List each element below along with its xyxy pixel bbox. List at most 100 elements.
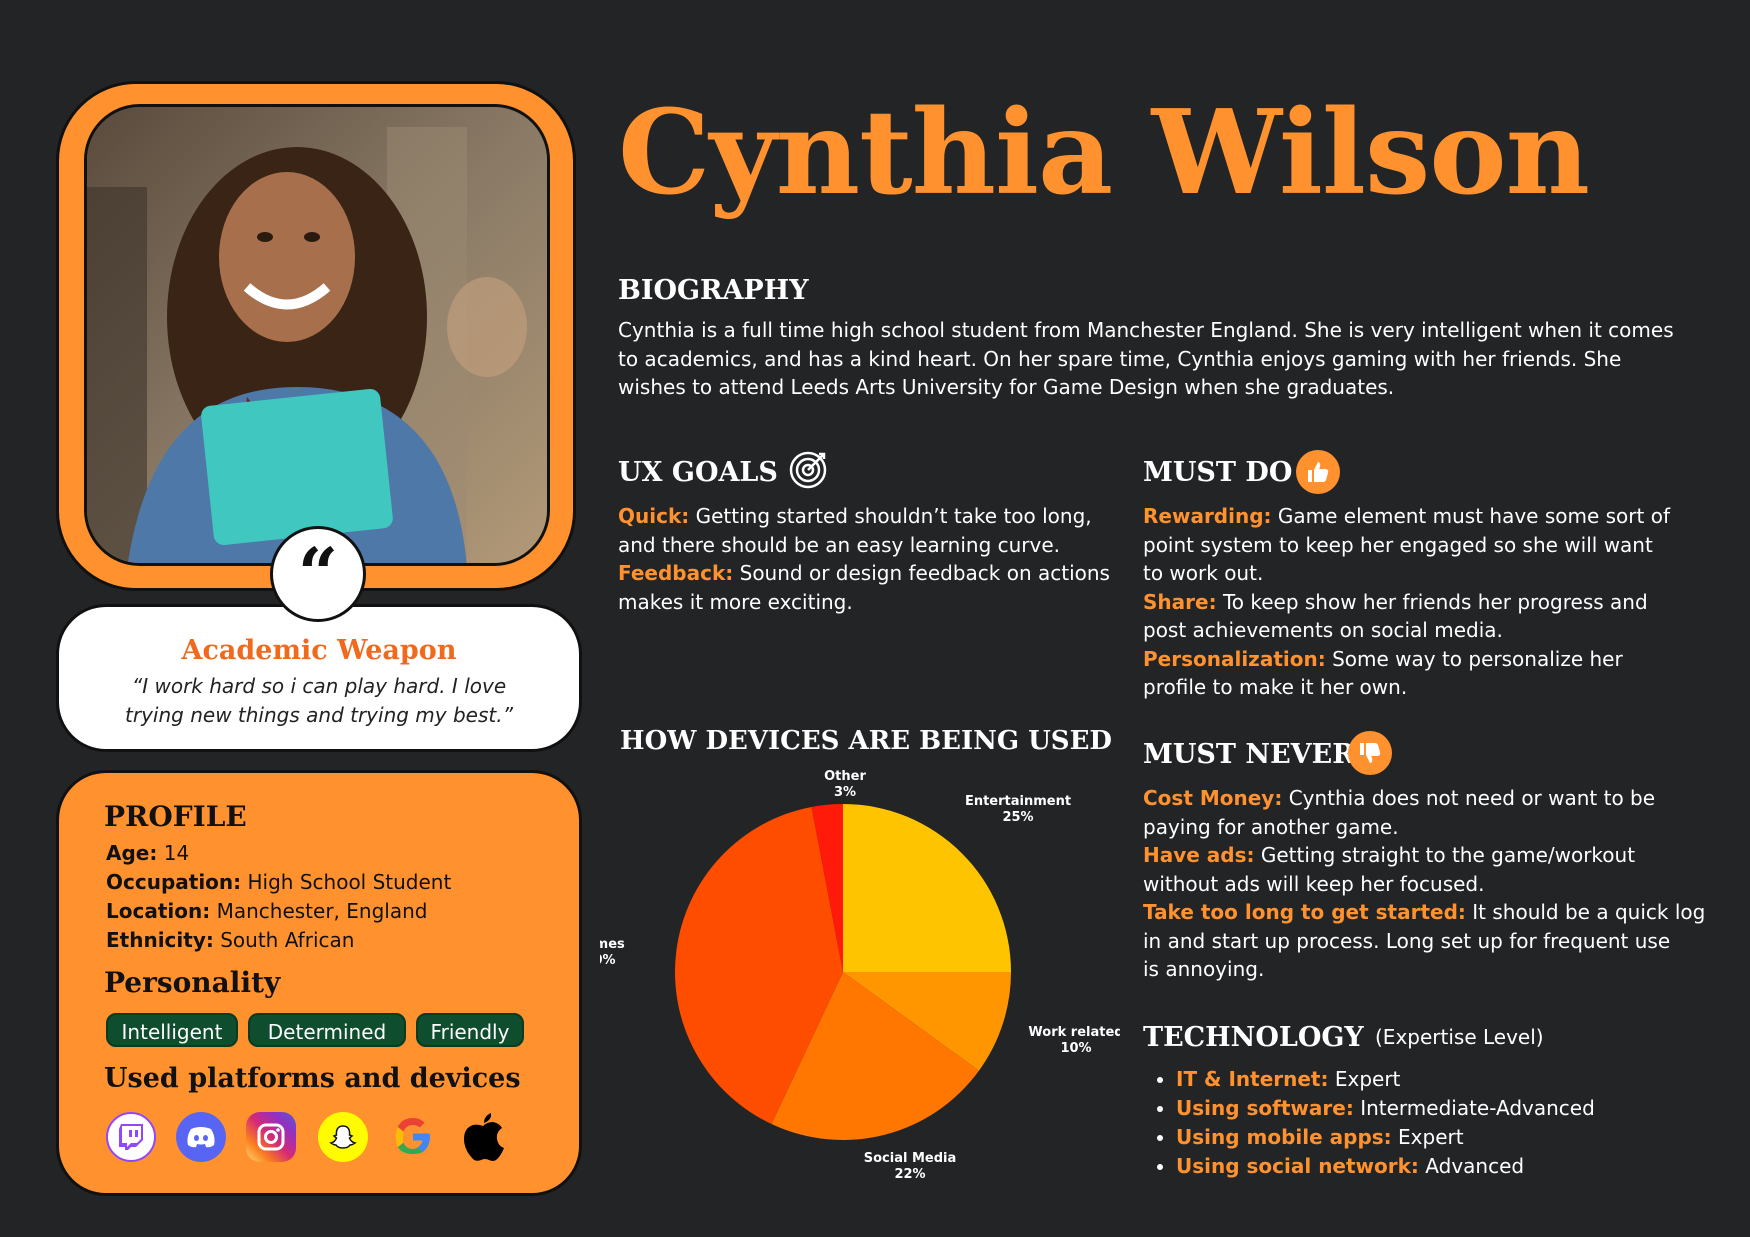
must-do-item: Share: To keep show her friends her prog… bbox=[1143, 588, 1703, 617]
profile-ethnicity: Ethnicity: South African bbox=[106, 928, 354, 952]
ux-goals-list: Quick: Getting started shouldn’t take to… bbox=[618, 502, 1118, 616]
ux-goal-item: Quick: Getting started shouldn’t take to… bbox=[618, 502, 1118, 531]
persona-nickname: Academic Weapon bbox=[181, 635, 457, 666]
biography-text: Cynthia is a full time high school stude… bbox=[618, 316, 1698, 402]
must-never-list: Cost Money: Cynthia does not need or wan… bbox=[1143, 784, 1713, 984]
item-text: profile to make it her own. bbox=[1143, 675, 1408, 699]
quote-mark-icon: “ bbox=[270, 526, 366, 622]
item-key: Feedback: bbox=[618, 561, 734, 585]
twitch-icon bbox=[106, 1112, 156, 1162]
profile-value: Manchester, England bbox=[216, 899, 428, 923]
item-key: Take too long to get started: bbox=[1143, 900, 1466, 924]
persona-name: Cynthia Wilson bbox=[618, 85, 1590, 221]
biography-line: Cynthia is a full time high school stude… bbox=[618, 318, 1674, 342]
item-key: Share: bbox=[1143, 589, 1217, 614]
item-value: Expert bbox=[1334, 1067, 1401, 1091]
profile-value: High School Student bbox=[247, 870, 452, 894]
item-text: without ads will keep her focused. bbox=[1143, 871, 1485, 896]
biography-line: to academics, and has a kind heart. On h… bbox=[618, 346, 1622, 371]
item-key: Cost Money: bbox=[1143, 786, 1283, 810]
profile-label: Location: bbox=[106, 899, 211, 923]
profile-value: South African bbox=[220, 928, 355, 952]
biography-line: wishes to attend Leeds Arts University f… bbox=[618, 375, 1395, 399]
item-value: Expert bbox=[1398, 1125, 1464, 1149]
item-text: It should be a quick log bbox=[1472, 900, 1706, 924]
pie-percent-label: 3% bbox=[834, 785, 856, 800]
profile-label: Occupation: bbox=[106, 870, 242, 894]
profile-occupation: Occupation: High School Student bbox=[106, 870, 451, 894]
pie-percent-label: 10% bbox=[1060, 1041, 1091, 1056]
item-text: post achievements on social media. bbox=[1143, 618, 1503, 642]
pie-percent-label: 22% bbox=[894, 1167, 925, 1182]
item-text: Game element must have some sort of bbox=[1277, 504, 1670, 528]
profile-title: PROFILE bbox=[104, 800, 247, 833]
apple-icon bbox=[458, 1112, 508, 1162]
item-value: Advanced bbox=[1425, 1154, 1525, 1178]
platforms-title: Used platforms and devices bbox=[104, 1063, 521, 1094]
item-text: Cynthia does not need or want to be bbox=[1288, 786, 1656, 810]
snapchat-icon bbox=[318, 1112, 368, 1162]
item-text: and there should be an easy learning cur… bbox=[618, 532, 1061, 557]
trait-pill: Intelligent bbox=[106, 1013, 238, 1047]
item-text: is annoying. bbox=[1143, 957, 1265, 981]
profile-value: 14 bbox=[163, 841, 190, 865]
item-text: point system to keep her engaged so she … bbox=[1143, 532, 1653, 557]
item-key: Using mobile apps: bbox=[1176, 1125, 1392, 1149]
google-icon bbox=[388, 1112, 438, 1162]
item-key: Rewarding: bbox=[1143, 504, 1272, 528]
devices-pie-chart: Entertainment25% Work related10% Social Me… bbox=[600, 769, 1120, 1182]
item-key: Using social network: bbox=[1176, 1154, 1419, 1178]
must-do-title: MUST DO bbox=[1143, 457, 1293, 488]
technology-list: IT & Internet: Expert Using software: In… bbox=[1150, 1065, 1710, 1181]
personality-title: Personality bbox=[104, 966, 281, 999]
instagram-icon bbox=[246, 1112, 296, 1162]
item-text: in and start up process. Long set up for… bbox=[1143, 928, 1671, 953]
technology-item: IT & Internet: Expert bbox=[1176, 1065, 1710, 1094]
item-key: Have ads: bbox=[1143, 843, 1255, 867]
technology-item: Using software: Intermediate-Advanced bbox=[1176, 1094, 1710, 1123]
pie-percent-label: 25% bbox=[1002, 810, 1033, 825]
item-key: Using software: bbox=[1176, 1096, 1354, 1120]
pie-label: Games bbox=[600, 937, 625, 952]
technology-item: Using mobile apps: Expert bbox=[1176, 1123, 1710, 1152]
item-text: Getting started shouldn’t take too long, bbox=[695, 504, 1092, 528]
thumbs-down-icon bbox=[1348, 731, 1392, 775]
pie-label: Entertainment bbox=[965, 794, 1071, 809]
trait-pill: Determined bbox=[248, 1013, 406, 1047]
must-do-item: Rewarding: Game element must have some s… bbox=[1143, 502, 1703, 531]
trait-pill: Friendly bbox=[416, 1013, 524, 1047]
profile-label: Age: bbox=[106, 841, 158, 865]
ux-goals-title: UX GOALS bbox=[618, 457, 778, 488]
persona-photo-illustration bbox=[87, 107, 547, 563]
biography-title: BIOGRAPHY bbox=[618, 275, 809, 306]
must-do-list: Rewarding: Game element must have some s… bbox=[1143, 502, 1703, 702]
pie-label: Social Media bbox=[864, 1151, 957, 1166]
item-text: Sound or design feedback on actions bbox=[739, 561, 1110, 585]
item-key: Personalization: bbox=[1143, 646, 1326, 671]
technology-subtitle: (Expertise Level) bbox=[1375, 1025, 1544, 1049]
item-text: makes it more exciting. bbox=[618, 589, 853, 614]
item-key: Quick: bbox=[618, 504, 690, 528]
item-text: Some way to personalize her bbox=[1332, 646, 1623, 671]
target-icon bbox=[788, 450, 828, 490]
profile-location: Location: Manchester, England bbox=[106, 899, 427, 923]
pie-slice-entertainment bbox=[843, 804, 1011, 972]
profile-label: Ethnicity: bbox=[106, 928, 214, 952]
item-value: Intermediate-Advanced bbox=[1360, 1096, 1595, 1120]
persona-photo bbox=[84, 104, 550, 566]
item-key: IT & Internet: bbox=[1176, 1067, 1329, 1091]
pie-label: Other bbox=[824, 769, 866, 784]
persona-quote-line: trying new things and trying my best.” bbox=[125, 703, 513, 727]
persona-quote-line: “I work hard so i can play hard. I love bbox=[131, 674, 507, 698]
quote-card: Academic Weapon “I work hard so i can pl… bbox=[56, 604, 582, 752]
item-text: To keep show her friends her progress an… bbox=[1222, 589, 1648, 614]
must-never-item: Have ads: Getting straight to the game/w… bbox=[1143, 841, 1713, 870]
profile-age: Age: 14 bbox=[106, 841, 189, 865]
item-text: Getting straight to the game/workout bbox=[1260, 843, 1636, 867]
item-text: paying for another game. bbox=[1143, 814, 1399, 839]
must-never-title: MUST NEVER bbox=[1143, 739, 1355, 770]
discord-icon bbox=[176, 1112, 226, 1162]
thumbs-up-icon bbox=[1296, 450, 1340, 494]
must-never-item: Take too long to get started: It should … bbox=[1143, 898, 1713, 927]
pie-label: Work related bbox=[1028, 1025, 1120, 1040]
